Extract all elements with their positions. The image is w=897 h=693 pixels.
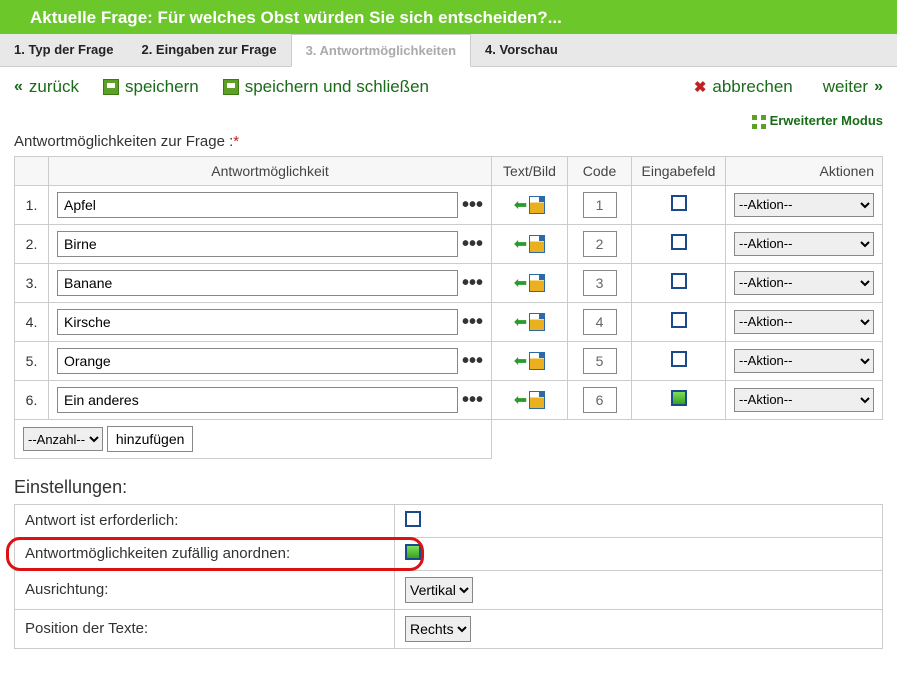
page-title: Aktuelle Frage: Für welches Obst würden … xyxy=(30,8,562,27)
more-icon[interactable]: ••• xyxy=(462,316,483,328)
arrow-left-icon[interactable]: ⬅ xyxy=(514,234,527,254)
table-row: 6. ••• ⬅ --Aktion-- xyxy=(15,380,883,419)
action-select[interactable]: --Aktion-- xyxy=(734,388,874,412)
image-icon[interactable] xyxy=(529,235,545,253)
chevron-left-icon[interactable]: « xyxy=(14,78,23,96)
save-close-link[interactable]: speichern und schließen xyxy=(245,77,429,97)
setting-randomize-label: Antwortmöglichkeiten zufällig anordnen: xyxy=(15,537,395,570)
table-row: 2. ••• ⬅ --Aktion-- xyxy=(15,224,883,263)
add-row: --Anzahl-- hinzufügen xyxy=(15,419,883,458)
arrow-left-icon[interactable]: ⬅ xyxy=(514,351,527,371)
tab-bar: 1. Typ der Frage 2. Eingaben zur Frage 3… xyxy=(0,34,897,67)
setting-text-position-select[interactable]: Rechts xyxy=(405,616,471,642)
action-select[interactable]: --Aktion-- xyxy=(734,271,874,295)
action-select[interactable]: --Aktion-- xyxy=(734,310,874,334)
code-input[interactable] xyxy=(583,387,617,413)
image-icon[interactable] xyxy=(529,352,545,370)
more-icon[interactable]: ••• xyxy=(462,199,483,211)
more-icon[interactable]: ••• xyxy=(462,394,483,406)
add-count-select[interactable]: --Anzahl-- xyxy=(23,427,103,451)
col-header-answer: Antwortmöglichkeit xyxy=(49,156,492,185)
action-select[interactable]: --Aktion-- xyxy=(734,349,874,373)
save-icon[interactable] xyxy=(103,79,119,95)
setting-required: Antwort ist erforderlich: xyxy=(15,504,883,537)
answer-input[interactable] xyxy=(57,309,458,335)
chevron-right-icon[interactable]: » xyxy=(874,78,883,96)
tab-answers[interactable]: 3. Antwortmöglichkeiten xyxy=(291,34,471,67)
row-index: 1. xyxy=(15,185,49,224)
table-row: 3. ••• ⬅ --Aktion-- xyxy=(15,263,883,302)
arrow-left-icon[interactable]: ⬅ xyxy=(514,273,527,293)
setting-text-position-label: Position der Texte: xyxy=(15,609,395,648)
setting-orientation: Ausrichtung: Vertikal xyxy=(15,570,883,609)
arrow-left-icon[interactable]: ⬅ xyxy=(514,195,527,215)
row-index: 4. xyxy=(15,302,49,341)
cancel-link[interactable]: abbrechen xyxy=(712,77,792,97)
inputfield-checkbox[interactable] xyxy=(671,273,687,289)
col-header-textimage: Text/Bild xyxy=(492,156,568,185)
code-input[interactable] xyxy=(583,231,617,257)
tab-preview[interactable]: 4. Vorschau xyxy=(471,34,572,67)
col-header-inputfield: Eingabefeld xyxy=(632,156,726,185)
action-select[interactable]: --Aktion-- xyxy=(734,232,874,256)
setting-orientation-label: Ausrichtung: xyxy=(15,570,395,609)
code-input[interactable] xyxy=(583,309,617,335)
row-index: 6. xyxy=(15,380,49,419)
table-row: 4. ••• ⬅ --Aktion-- xyxy=(15,302,883,341)
section-label: Antwortmöglichkeiten zur Frage :* xyxy=(0,133,897,156)
tab-inputs[interactable]: 2. Eingaben zur Frage xyxy=(127,34,290,67)
table-row: 5. ••• ⬅ --Aktion-- xyxy=(15,341,883,380)
col-header-index xyxy=(15,156,49,185)
inputfield-checkbox[interactable] xyxy=(671,390,687,406)
inputfield-checkbox[interactable] xyxy=(671,234,687,250)
image-icon[interactable] xyxy=(529,196,545,214)
page-header: Aktuelle Frage: Für welches Obst würden … xyxy=(0,0,897,34)
save-close-icon[interactable] xyxy=(223,79,239,95)
table-row: 1. ••• ⬅ --Aktion-- xyxy=(15,185,883,224)
col-header-actions: Aktionen xyxy=(726,156,883,185)
row-index: 2. xyxy=(15,224,49,263)
answer-input[interactable] xyxy=(57,387,458,413)
inputfield-checkbox[interactable] xyxy=(671,351,687,367)
more-icon[interactable]: ••• xyxy=(462,238,483,250)
col-header-code: Code xyxy=(568,156,632,185)
setting-randomize-checkbox[interactable] xyxy=(405,544,421,560)
answer-input[interactable] xyxy=(57,348,458,374)
settings-table: Antwort ist erforderlich: Antwortmöglich… xyxy=(14,504,883,649)
save-link[interactable]: speichern xyxy=(125,77,199,97)
arrow-left-icon[interactable]: ⬅ xyxy=(514,312,527,332)
row-index: 3. xyxy=(15,263,49,302)
extended-mode-toggle[interactable]: Erweiterter Modus xyxy=(0,107,897,133)
cancel-icon[interactable]: ✖ xyxy=(694,78,707,96)
setting-text-position: Position der Texte: Rechts xyxy=(15,609,883,648)
inputfield-checkbox[interactable] xyxy=(671,195,687,211)
expand-icon xyxy=(752,115,766,129)
setting-required-checkbox[interactable] xyxy=(405,511,421,527)
setting-required-label: Antwort ist erforderlich: xyxy=(15,504,395,537)
setting-orientation-select[interactable]: Vertikal xyxy=(405,577,473,603)
row-index: 5. xyxy=(15,341,49,380)
inputfield-checkbox[interactable] xyxy=(671,312,687,328)
code-input[interactable] xyxy=(583,270,617,296)
answer-input[interactable] xyxy=(57,270,458,296)
image-icon[interactable] xyxy=(529,391,545,409)
image-icon[interactable] xyxy=(529,313,545,331)
more-icon[interactable]: ••• xyxy=(462,355,483,367)
tab-type[interactable]: 1. Typ der Frage xyxy=(0,34,127,67)
next-link[interactable]: weiter xyxy=(823,77,868,97)
arrow-left-icon[interactable]: ⬅ xyxy=(514,390,527,410)
back-link[interactable]: zurück xyxy=(29,77,79,97)
code-input[interactable] xyxy=(583,348,617,374)
more-icon[interactable]: ••• xyxy=(462,277,483,289)
setting-randomize: Antwortmöglichkeiten zufällig anordnen: xyxy=(15,537,883,570)
add-button[interactable]: hinzufügen xyxy=(107,426,194,452)
answers-table: Antwortmöglichkeit Text/Bild Code Eingab… xyxy=(14,156,883,459)
answer-input[interactable] xyxy=(57,231,458,257)
answer-input[interactable] xyxy=(57,192,458,218)
toolbar: « zurück speichern speichern und schließ… xyxy=(0,67,897,107)
settings-title: Einstellungen: xyxy=(0,459,897,504)
code-input[interactable] xyxy=(583,192,617,218)
image-icon[interactable] xyxy=(529,274,545,292)
action-select[interactable]: --Aktion-- xyxy=(734,193,874,217)
